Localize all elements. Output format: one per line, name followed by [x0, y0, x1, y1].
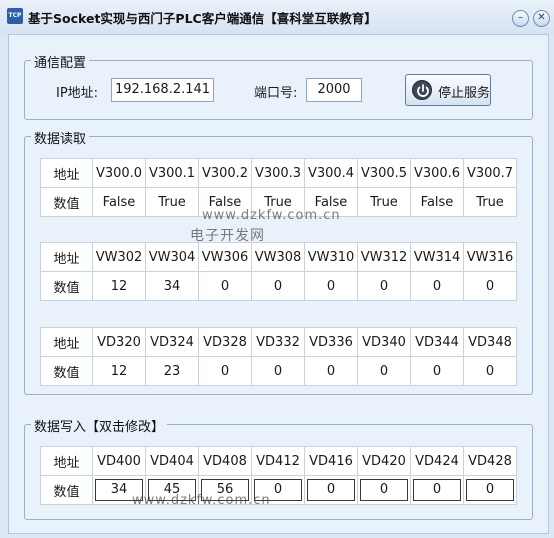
dword-address-row: 地址 VD320 VD324 VD328 VD332 VD336 VD340 V… [40, 327, 517, 357]
value-header: 数值 [40, 356, 93, 386]
write-value-cell: 0 [357, 475, 411, 505]
ip-address-field[interactable]: 192.168.2.141 [111, 78, 214, 102]
word-address-cell: VW314 [410, 242, 464, 272]
stop-service-label: 停止服务 [438, 86, 491, 101]
write-address-cell: VD416 [304, 446, 358, 476]
dword-address-cell: VD348 [463, 327, 517, 357]
dword-value-cell: 0 [463, 356, 517, 386]
write-value-input[interactable]: 0 [466, 479, 514, 501]
bit-value-cell: True [463, 187, 517, 217]
watermark-url: www.dzkfw.com.cn [132, 493, 271, 508]
word-address-cell: VW306 [198, 242, 252, 272]
word-value-cell: 34 [145, 271, 199, 301]
dword-write-table: 地址 VD400 VD404 VD408 VD412 VD416 VD420 V… [40, 446, 517, 505]
address-header: 地址 [40, 242, 93, 272]
dword-value-cell: 23 [145, 356, 199, 386]
address-header: 地址 [40, 446, 93, 476]
bit-value-cell: True [357, 187, 411, 217]
write-value-input[interactable]: 0 [413, 479, 461, 501]
dword-address-cell: VD344 [410, 327, 464, 357]
word-value-cell: 0 [357, 271, 411, 301]
minimize-button[interactable]: – [512, 10, 529, 27]
bit-address-cell: V300.4 [304, 158, 358, 188]
dword-address-cell: VD340 [357, 327, 411, 357]
stop-service-button[interactable]: 停止服务 [405, 74, 491, 106]
write-group-title: 数据写入【双击修改】 [31, 416, 168, 435]
bit-address-cell: V300.2 [198, 158, 252, 188]
word-address-cell: VW316 [463, 242, 517, 272]
bit-value-cell: True [145, 187, 199, 217]
window-title: 基于Socket实现与西门子PLC客户端通信【喜科堂互联教育】 [28, 11, 377, 26]
dword-read-table: 地址 VD320 VD324 VD328 VD332 VD336 VD340 V… [40, 327, 517, 386]
write-address-cell: VD412 [251, 446, 305, 476]
write-value-input[interactable]: 0 [307, 479, 355, 501]
ip-label: IP地址: [56, 86, 99, 101]
watermark-site-name: 电子开发网 [190, 228, 265, 244]
value-header: 数值 [40, 271, 93, 301]
power-icon [412, 80, 432, 100]
word-value-cell: 0 [251, 271, 305, 301]
dword-value-cell: 0 [357, 356, 411, 386]
write-address-cell: VD408 [198, 446, 252, 476]
bit-address-cell: V300.1 [145, 158, 199, 188]
bit-address-cell: V300.0 [92, 158, 146, 188]
read-group-title: 数据读取 [31, 128, 90, 147]
bit-address-cell: V300.6 [410, 158, 464, 188]
dword-value-cell: 0 [410, 356, 464, 386]
write-address-cell: VD424 [410, 446, 464, 476]
config-group-title: 通信配置 [31, 52, 90, 71]
word-address-cell: VW310 [304, 242, 358, 272]
write-value-input[interactable]: 0 [360, 479, 408, 501]
write-address-cell: VD428 [463, 446, 517, 476]
dword-value-cell: 0 [251, 356, 305, 386]
bit-address-cell: V300.3 [251, 158, 305, 188]
write-value-cell: 0 [463, 475, 517, 505]
write-address-cell: VD400 [92, 446, 146, 476]
word-address-cell: VW308 [251, 242, 305, 272]
write-value-row: 数值 34 45 56 0 0 0 0 0 [40, 475, 517, 505]
word-address-row: 地址 VW302 VW304 VW306 VW308 VW310 VW312 V… [40, 242, 517, 272]
dword-value-row: 数值 12 23 0 0 0 0 0 0 [40, 356, 517, 386]
title-bar: TCP 基于Socket实现与西门子PLC客户端通信【喜科堂互联教育】 – ✕ [0, 0, 554, 34]
word-value-row: 数值 12 34 0 0 0 0 0 0 [40, 271, 517, 301]
client-area: 通信配置 IP地址: 192.168.2.141 端口号: 2000 停止服务 … [8, 34, 549, 534]
dword-address-cell: VD336 [304, 327, 358, 357]
app-icon: TCP [7, 8, 23, 24]
word-address-cell: VW304 [145, 242, 199, 272]
close-button[interactable]: ✕ [533, 10, 550, 27]
write-address-row: 地址 VD400 VD404 VD408 VD412 VD416 VD420 V… [40, 446, 517, 476]
config-group: 通信配置 IP地址: 192.168.2.141 端口号: 2000 停止服务 [24, 52, 533, 120]
dword-address-cell: VD328 [198, 327, 252, 357]
value-header: 数值 [40, 475, 93, 505]
value-header: 数值 [40, 187, 93, 217]
word-read-table: 地址 VW302 VW304 VW306 VW308 VW310 VW312 V… [40, 242, 517, 301]
bit-address-cell: V300.5 [357, 158, 411, 188]
write-value-cell: 0 [410, 475, 464, 505]
write-address-cell: VD420 [357, 446, 411, 476]
address-header: 地址 [40, 158, 93, 188]
word-address-cell: VW312 [357, 242, 411, 272]
port-label: 端口号: [254, 86, 298, 101]
port-field[interactable]: 2000 [306, 78, 362, 102]
address-header: 地址 [40, 327, 93, 357]
dword-address-cell: VD324 [145, 327, 199, 357]
bit-address-row: 地址 V300.0 V300.1 V300.2 V300.3 V300.4 V3… [40, 158, 517, 188]
word-value-cell: 0 [198, 271, 252, 301]
write-address-cell: VD404 [145, 446, 199, 476]
bit-value-cell: False [92, 187, 146, 217]
dword-value-cell: 0 [304, 356, 358, 386]
bit-address-cell: V300.7 [463, 158, 517, 188]
bit-value-cell: False [410, 187, 464, 217]
dword-address-cell: VD332 [251, 327, 305, 357]
write-value-cell: 0 [304, 475, 358, 505]
word-value-cell: 0 [304, 271, 358, 301]
watermark-url: www.dzkfw.com.cn [202, 208, 341, 223]
dword-address-cell: VD320 [92, 327, 146, 357]
word-value-cell: 12 [92, 271, 146, 301]
dword-value-cell: 12 [92, 356, 146, 386]
word-value-cell: 0 [410, 271, 464, 301]
word-value-cell: 0 [463, 271, 517, 301]
word-address-cell: VW302 [92, 242, 146, 272]
dword-value-cell: 0 [198, 356, 252, 386]
